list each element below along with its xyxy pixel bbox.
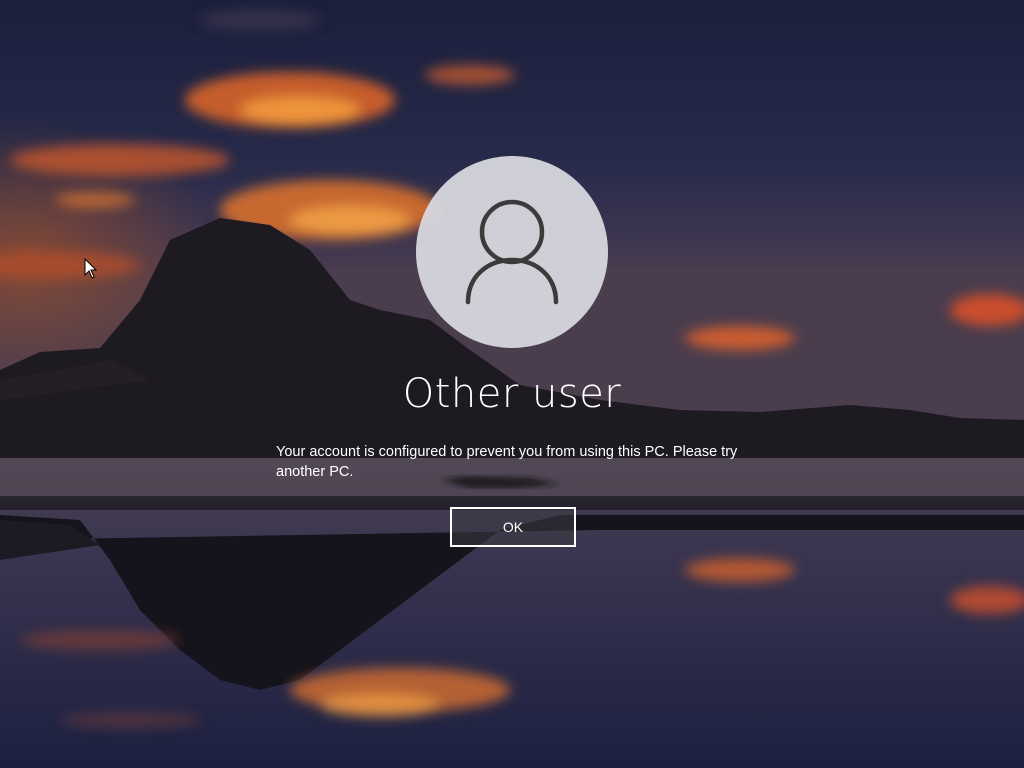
account-restriction-message: Your account is configured to prevent yo… xyxy=(276,444,738,480)
user-silhouette-icon xyxy=(465,199,559,305)
ok-button[interactable]: OK xyxy=(450,507,576,547)
user-avatar xyxy=(416,156,608,348)
user-name: Other user xyxy=(402,371,622,417)
mouse-pointer-icon xyxy=(84,258,98,279)
